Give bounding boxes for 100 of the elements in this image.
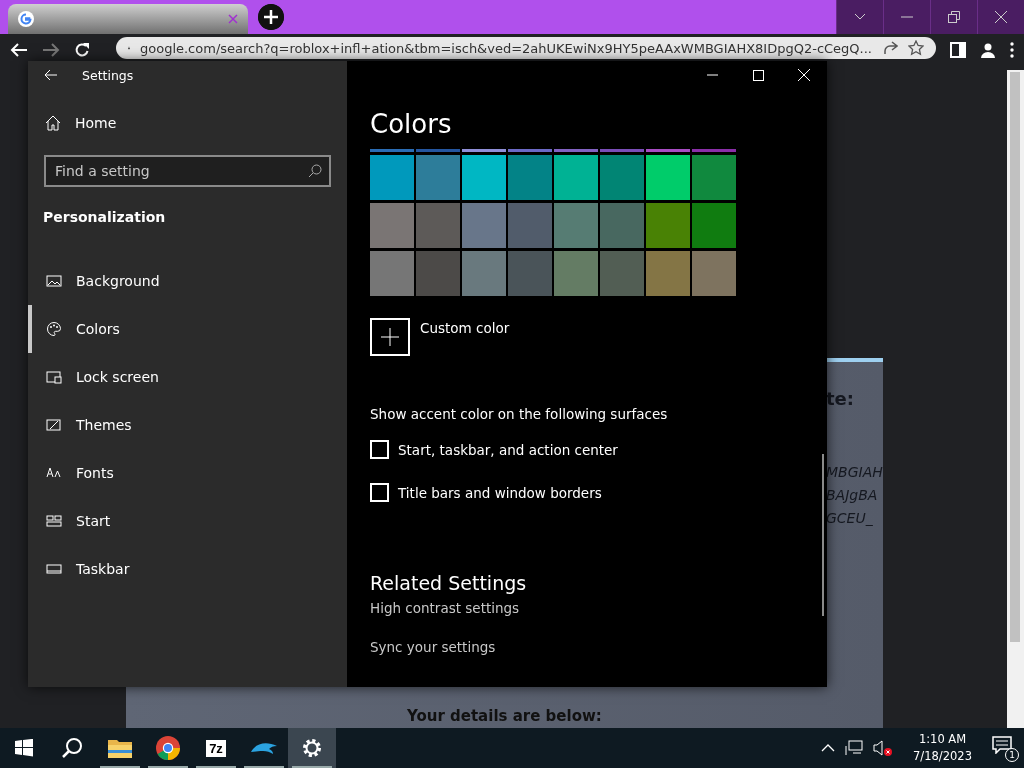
dolphin-icon bbox=[250, 740, 278, 756]
search-field[interactable]: Find a setting bbox=[44, 155, 331, 187]
color-swatch[interactable] bbox=[692, 149, 736, 152]
maximize-icon bbox=[752, 69, 764, 81]
nav-item[interactable]: Themes bbox=[28, 401, 347, 449]
checkbox[interactable] bbox=[370, 440, 389, 459]
address-bar[interactable]: google.com/search?q=roblox+infl+ation&tbm=isch&ved=2ahUKEwiNx9HY5peAAxWMBGIAHX8IDpgQ2-cCegQ... bbox=[116, 37, 936, 59]
7z-icon: 7z bbox=[206, 739, 226, 757]
volume-muted-icon[interactable] bbox=[873, 740, 894, 756]
plus-icon bbox=[381, 328, 399, 346]
taskbar-icon bbox=[46, 561, 62, 577]
color-swatch[interactable] bbox=[370, 203, 414, 248]
home-icon bbox=[45, 115, 61, 131]
color-swatch[interactable] bbox=[462, 203, 506, 248]
color-swatch[interactable] bbox=[646, 203, 690, 248]
color-swatch[interactable] bbox=[692, 155, 736, 200]
surfaces-label: Show accent color on the following surfaces bbox=[370, 406, 669, 422]
clock-date[interactable]: 7/18/2023 bbox=[913, 748, 972, 765]
settings-icon bbox=[301, 737, 323, 759]
color-swatch[interactable] bbox=[370, 251, 414, 296]
google-logo-icon bbox=[18, 11, 34, 27]
color-swatch[interactable] bbox=[416, 149, 460, 152]
nav-item[interactable]: Start bbox=[28, 497, 347, 545]
windows-logo-icon bbox=[15, 739, 33, 757]
new-tab-icon[interactable] bbox=[258, 4, 284, 30]
color-swatch[interactable] bbox=[416, 203, 460, 248]
notification-count: 1 bbox=[1005, 748, 1019, 762]
back-icon[interactable] bbox=[44, 69, 58, 81]
section-heading: Related Settings bbox=[370, 572, 528, 594]
chevron-up-icon[interactable] bbox=[821, 744, 836, 752]
profile-icon[interactable] bbox=[980, 42, 996, 58]
color-swatch[interactable] bbox=[416, 251, 460, 296]
side-panel-icon[interactable] bbox=[950, 42, 966, 58]
color-swatch[interactable] bbox=[508, 155, 552, 200]
color-swatch[interactable] bbox=[554, 155, 598, 200]
color-swatch[interactable] bbox=[370, 149, 414, 152]
clock-time[interactable]: 1:10 AM bbox=[918, 731, 967, 748]
color-swatch[interactable] bbox=[600, 149, 644, 152]
home-link[interactable]: Home bbox=[28, 89, 347, 135]
reload-icon[interactable] bbox=[74, 42, 90, 58]
picture-icon bbox=[46, 273, 62, 289]
color-swatch[interactable] bbox=[600, 155, 644, 200]
lock-screen-icon bbox=[46, 369, 62, 385]
browser-tab[interactable] bbox=[8, 4, 248, 34]
search-icon bbox=[61, 737, 83, 759]
palette-icon bbox=[46, 321, 62, 337]
code-text: GCEU_ bbox=[826, 509, 874, 528]
nav-item[interactable]: Lock screen bbox=[28, 353, 347, 401]
nav-item[interactable]: Fonts bbox=[28, 449, 347, 497]
minimize-icon bbox=[901, 16, 913, 18]
scrollbar[interactable] bbox=[822, 454, 824, 616]
checkbox-label[interactable]: Title bars and window borders bbox=[398, 484, 602, 501]
custom-color-label: Custom color bbox=[420, 320, 510, 336]
color-swatch[interactable] bbox=[554, 149, 598, 152]
color-swatch[interactable] bbox=[462, 251, 506, 296]
color-swatch[interactable] bbox=[370, 155, 414, 200]
minimize-icon bbox=[706, 74, 718, 76]
code-text: MBGIAH bbox=[826, 463, 883, 482]
settings-link[interactable]: Sync your settings bbox=[370, 639, 827, 678]
close-icon bbox=[995, 11, 1007, 23]
color-swatch[interactable] bbox=[646, 149, 690, 152]
custom-color-button[interactable] bbox=[370, 318, 410, 356]
search-icon[interactable] bbox=[308, 164, 322, 178]
nav-item[interactable]: Taskbar bbox=[28, 545, 347, 593]
color-swatch[interactable] bbox=[554, 251, 598, 296]
color-swatch[interactable] bbox=[692, 251, 736, 296]
color-swatch[interactable] bbox=[554, 203, 598, 248]
back-icon[interactable] bbox=[10, 42, 28, 58]
window-title: Settings bbox=[82, 67, 134, 83]
color-swatch[interactable] bbox=[646, 155, 690, 200]
restore-button[interactable] bbox=[930, 0, 977, 34]
color-swatch[interactable] bbox=[462, 155, 506, 200]
card-heading: te: bbox=[826, 388, 855, 409]
nav-item[interactable]: Background bbox=[28, 257, 347, 305]
color-swatch[interactable] bbox=[462, 149, 506, 152]
notifications-icon[interactable] bbox=[992, 736, 1012, 754]
section-heading: Personalization bbox=[42, 208, 167, 227]
close-icon[interactable] bbox=[228, 14, 238, 24]
network-icon[interactable] bbox=[845, 740, 864, 756]
checkbox[interactable] bbox=[370, 483, 389, 502]
tab-search-button[interactable] bbox=[836, 0, 883, 34]
scrollbar[interactable] bbox=[1006, 70, 1024, 728]
taskbar-button[interactable]: 7z bbox=[192, 728, 240, 768]
details-heading: Your details are below: bbox=[405, 707, 603, 727]
checkbox-label[interactable]: Start, taskbar, and action center bbox=[398, 441, 618, 458]
color-swatch[interactable] bbox=[416, 155, 460, 200]
folder-icon bbox=[108, 738, 132, 758]
color-swatch[interactable] bbox=[508, 149, 552, 152]
forward-icon[interactable] bbox=[42, 42, 60, 58]
settings-link[interactable]: High contrast settings bbox=[370, 600, 827, 639]
color-swatch[interactable] bbox=[508, 251, 552, 296]
menu-icon[interactable] bbox=[1010, 42, 1014, 58]
color-swatch[interactable] bbox=[508, 203, 552, 248]
close-icon bbox=[798, 69, 810, 81]
color-swatch[interactable] bbox=[692, 203, 736, 248]
taskbar-button[interactable] bbox=[288, 728, 336, 768]
color-swatch[interactable] bbox=[600, 251, 644, 296]
page-heading: Colors bbox=[370, 109, 453, 139]
color-swatch[interactable] bbox=[600, 203, 644, 248]
color-swatch[interactable] bbox=[646, 251, 690, 296]
